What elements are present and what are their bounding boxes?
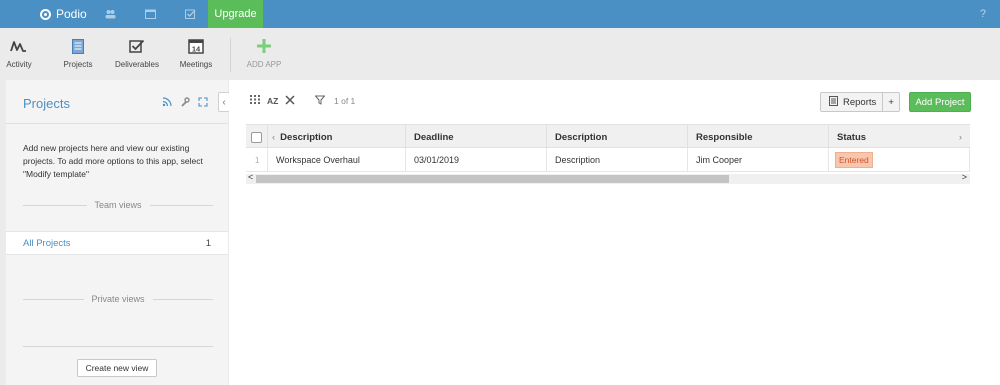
table-row[interactable]: 1 Workspace Overhaul 03/01/2019 Descript… [246, 148, 970, 172]
app-bar: Activity Projects Deliverables 14 Meetin… [0, 28, 1000, 80]
chevron-right-icon[interactable]: › [959, 132, 962, 143]
app-label: ADD APP [246, 60, 282, 69]
column-label: Description [280, 131, 333, 143]
reports-main[interactable]: Reports [821, 93, 884, 111]
sidebar-divider [23, 346, 213, 347]
view-toolbar: AZ 1 of 1 Reports + Add Project [229, 80, 1000, 124]
add-app-button[interactable]: ADD APP [234, 36, 294, 76]
column-header-status[interactable]: Status › [829, 125, 970, 149]
activity-icon [10, 36, 28, 56]
sidebar: Projects Add new projects here and view … [6, 80, 228, 385]
podio-logo[interactable]: Podio [40, 0, 87, 28]
projects-icon [72, 36, 84, 56]
deliverables-icon [129, 36, 145, 56]
top-bar: Podio Upgrade ? [0, 0, 1000, 28]
layout-grid-icon[interactable] [250, 95, 260, 104]
app-deliverables[interactable]: Deliverables [107, 36, 167, 76]
main-panel: AZ 1 of 1 Reports + Add Project ‹ Descri… [229, 80, 1000, 385]
view-name: All Projects [23, 238, 71, 249]
column-label: Deadline [414, 131, 454, 143]
select-all-cell [246, 125, 268, 149]
column-header-deadline[interactable]: Deadline [406, 125, 547, 149]
app-label: Deliverables [114, 60, 160, 69]
reports-button[interactable]: Reports + [820, 92, 900, 112]
sidebar-title[interactable]: Projects [23, 96, 70, 111]
view-item-all-projects[interactable]: All Projects 1 [6, 231, 228, 255]
status-badge: Entered [835, 152, 873, 168]
column-label: Status [837, 131, 867, 143]
app-label: Activity [6, 60, 32, 69]
cell-deadline[interactable]: 03/01/2019 [406, 148, 547, 172]
cell-description[interactable]: Workspace Overhaul [268, 148, 406, 172]
reports-add-button[interactable]: + [883, 97, 899, 108]
meetings-icon: 14 [188, 36, 204, 56]
view-count: 1 [205, 238, 211, 249]
wrench-icon[interactable] [180, 97, 190, 110]
add-project-button[interactable]: Add Project [909, 92, 971, 112]
scroll-left-icon[interactable]: < [248, 172, 253, 182]
people-icon[interactable] [90, 0, 130, 28]
app-meetings[interactable]: 14 Meetings [166, 36, 226, 76]
column-label: Responsible [696, 131, 753, 143]
create-new-view-button[interactable]: Create new view [77, 359, 157, 377]
plus-icon [256, 36, 272, 56]
cell-description-2[interactable]: Description [547, 148, 688, 172]
reports-icon [829, 95, 838, 109]
upgrade-button[interactable]: Upgrade [208, 0, 263, 28]
private-views-divider: Private views [23, 292, 214, 306]
app-projects[interactable]: Projects [48, 36, 108, 76]
sidebar-header: Projects [6, 80, 228, 124]
app-label: Projects [63, 60, 93, 69]
projects-table: ‹ Description Deadline Description Respo… [246, 124, 970, 184]
sidebar-tools [162, 97, 208, 110]
app-label: Meetings [179, 60, 213, 69]
filter-count: 1 of 1 [334, 96, 356, 106]
cell-status[interactable]: Entered [829, 148, 970, 172]
chevron-left-icon[interactable]: ‹ [272, 132, 275, 143]
sidebar-description: Add new projects here and view our exist… [23, 143, 203, 179]
filter-icon[interactable] [315, 95, 325, 105]
app-bar-divider [230, 38, 231, 72]
private-views-label: Private views [91, 294, 145, 304]
brand-name: Podio [56, 7, 87, 21]
table-header: ‹ Description Deadline Description Respo… [246, 124, 970, 149]
help-icon[interactable]: ? [980, 0, 986, 28]
team-views-label: Team views [94, 200, 142, 210]
column-header-responsible[interactable]: Responsible [688, 125, 829, 149]
column-label: Description [555, 131, 608, 143]
expand-icon[interactable] [198, 97, 208, 110]
scrollbar-thumb[interactable] [256, 175, 729, 183]
reports-label: Reports [843, 96, 877, 108]
meetings-day: 14 [192, 45, 201, 54]
tasks-icon[interactable] [170, 0, 210, 28]
select-all-checkbox[interactable] [251, 131, 262, 143]
team-views-divider: Team views [23, 198, 214, 212]
chevron-left-icon: ‹ [222, 96, 226, 108]
podio-logo-icon [40, 8, 51, 20]
rss-icon[interactable] [162, 97, 172, 110]
column-header-description-2[interactable]: Description [547, 125, 688, 149]
horizontal-scrollbar[interactable]: < > [246, 172, 970, 184]
tools-icon[interactable] [285, 95, 296, 105]
row-index: 1 [246, 148, 268, 172]
sort-button[interactable]: AZ [267, 96, 278, 106]
calendar-icon[interactable] [130, 0, 170, 28]
app-activity[interactable]: Activity [0, 36, 49, 76]
cell-responsible[interactable]: Jim Cooper [688, 148, 829, 172]
column-header-description[interactable]: ‹ Description [268, 125, 406, 149]
scroll-right-icon[interactable]: > [962, 172, 967, 182]
